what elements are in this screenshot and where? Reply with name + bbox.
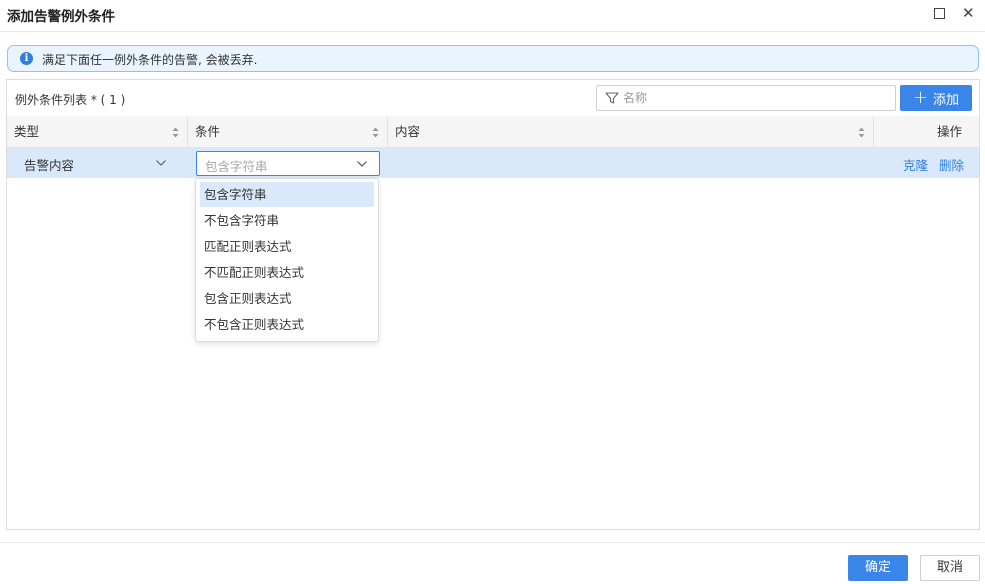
table-header: 类型 条件 内容 操作: [7, 116, 979, 148]
clone-link[interactable]: 克隆: [903, 155, 928, 174]
sort-icon[interactable]: [372, 127, 379, 138]
plus-icon: +: [912, 87, 929, 108]
dialog-titlebar: 添加告警例外条件 ✕: [0, 0, 985, 31]
confirm-button[interactable]: 确定: [848, 555, 908, 581]
maximize-icon[interactable]: [934, 8, 945, 19]
close-icon[interactable]: ✕: [962, 3, 975, 23]
name-filter[interactable]: [596, 85, 896, 111]
sort-icon[interactable]: [858, 127, 865, 138]
dropdown-option[interactable]: 不包含正则表达式: [200, 312, 374, 337]
condition-select[interactable]: 包含字符串: [196, 151, 380, 176]
dropdown-option[interactable]: 包含字符串: [200, 182, 374, 207]
column-header-actions: 操作: [937, 124, 963, 139]
column-header-content[interactable]: 内容: [395, 116, 420, 148]
add-button[interactable]: + 添加: [900, 85, 972, 111]
add-button-label: 添加: [933, 92, 960, 108]
column-header-type[interactable]: 类型: [14, 116, 39, 148]
dropdown-option[interactable]: 匹配正则表达式: [200, 234, 374, 259]
condition-dropdown-menu: 包含字符串 不包含字符串 匹配正则表达式 不匹配正则表达式 包含正则表达式 不包…: [195, 178, 379, 342]
chevron-down-icon[interactable]: [155, 159, 167, 167]
chevron-down-icon: [357, 161, 367, 167]
column-divider: [387, 116, 388, 148]
filter-icon: [605, 92, 619, 104]
table-row[interactable]: 告警内容 包含字符串 克隆 删除: [7, 148, 979, 178]
list-title: 例外条件列表 * ( 1 ): [15, 93, 126, 107]
info-text: 满足下面任一例外条件的告警, 会被丢弃.: [42, 53, 258, 67]
dialog-title: 添加告警例外条件: [7, 9, 115, 25]
column-divider: [873, 116, 874, 148]
dropdown-option[interactable]: 不匹配正则表达式: [200, 260, 374, 285]
sort-icon[interactable]: [172, 127, 179, 138]
condition-select-placeholder: 包含字符串: [205, 159, 268, 174]
delete-link[interactable]: 删除: [939, 155, 964, 174]
footer-divider: [0, 542, 985, 543]
column-divider: [187, 116, 188, 148]
name-filter-input[interactable]: [623, 88, 883, 108]
dropdown-option[interactable]: 包含正则表达式: [200, 286, 374, 311]
cancel-button[interactable]: 取消: [920, 555, 980, 581]
info-banner: i 满足下面任一例外条件的告警, 会被丢弃.: [7, 45, 979, 72]
exception-list-panel: 例外条件列表 * ( 1 ) + 添加 类型 条件 内容 操作 告警内容: [6, 79, 980, 530]
dropdown-option[interactable]: 不包含字符串: [200, 208, 374, 233]
title-divider: [0, 31, 985, 32]
info-icon: i: [20, 52, 33, 65]
column-header-condition[interactable]: 条件: [195, 116, 220, 148]
type-select-value[interactable]: 告警内容: [24, 155, 74, 174]
